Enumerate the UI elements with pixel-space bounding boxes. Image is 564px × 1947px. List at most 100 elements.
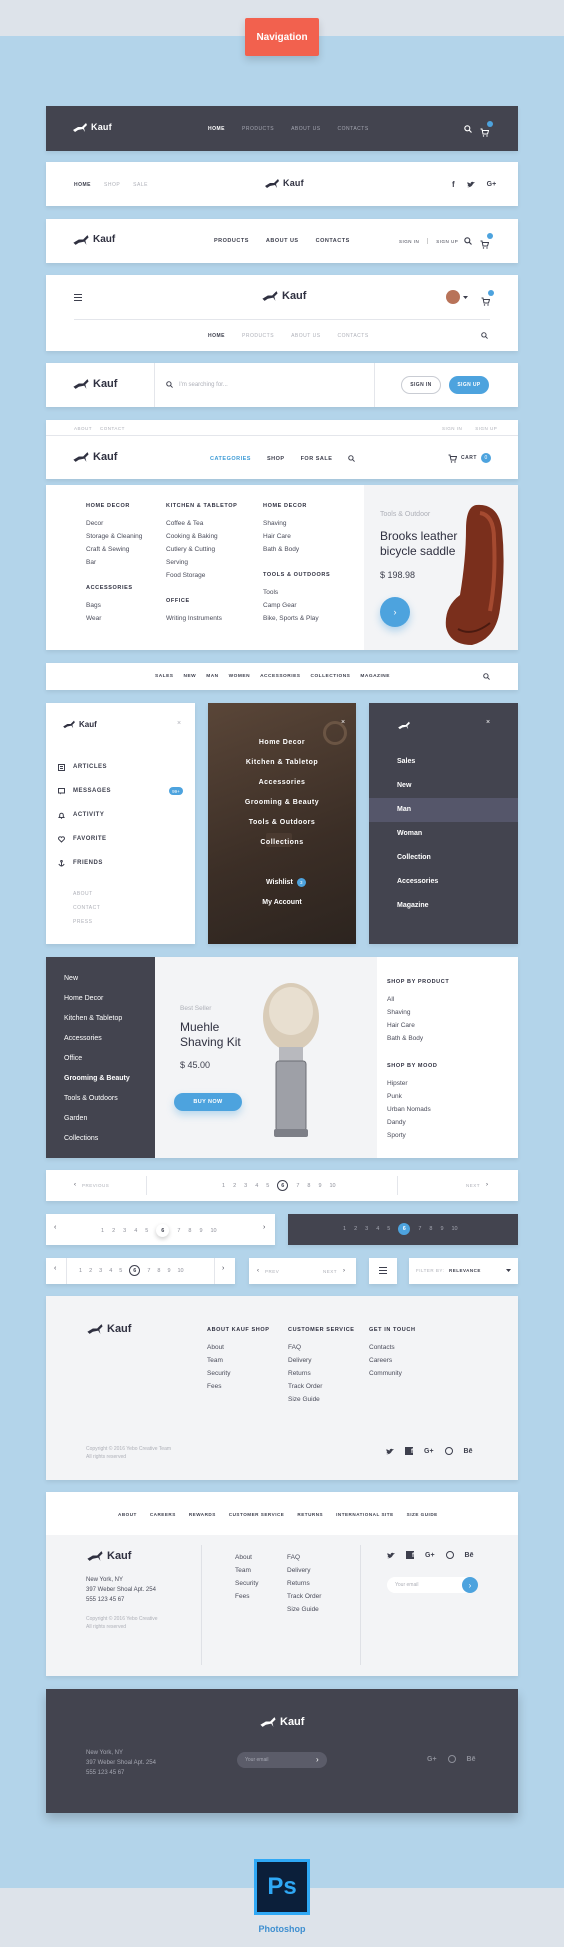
brand-logo[interactable]: Kauf bbox=[264, 177, 304, 189]
page-number[interactable]: 7 bbox=[147, 1268, 150, 1274]
sidebar-item-messages[interactable]: MESSAGES 99+ bbox=[58, 779, 183, 803]
cart-icon[interactable] bbox=[480, 121, 493, 137]
footer-link[interactable]: PRESS bbox=[73, 915, 100, 929]
page-number[interactable]: 4 bbox=[109, 1268, 112, 1274]
menu-link[interactable]: Camp Gear bbox=[263, 599, 330, 612]
page-number[interactable]: 2 bbox=[233, 1183, 236, 1189]
nav-home[interactable]: HOME bbox=[74, 182, 91, 188]
sign-up-link[interactable]: SIGN UP bbox=[436, 239, 458, 244]
category-item[interactable]: Office bbox=[64, 1049, 130, 1069]
footer-link[interactable]: Fees bbox=[207, 1380, 269, 1393]
sign-in-link[interactable]: SIGN IN bbox=[442, 426, 462, 431]
dark-menu-item[interactable]: Collection bbox=[369, 846, 518, 870]
page-number[interactable]: 10 bbox=[178, 1268, 184, 1274]
nav-contacts[interactable]: CONTACTS bbox=[338, 126, 369, 132]
menu-link[interactable]: Sporty bbox=[387, 1129, 449, 1142]
footer-link[interactable]: Track Order bbox=[288, 1380, 355, 1393]
facebook-icon[interactable]: f bbox=[406, 1551, 414, 1559]
menu-link[interactable]: Craft & Sewing bbox=[86, 543, 142, 556]
promo-arrow-button[interactable]: › bbox=[380, 597, 410, 627]
facebook-icon[interactable]: f bbox=[405, 1447, 413, 1455]
antelope-icon[interactable] bbox=[397, 720, 411, 730]
list-view-button[interactable] bbox=[369, 1258, 397, 1284]
nav-shop[interactable]: SHOP bbox=[267, 456, 285, 462]
page-number[interactable]: 1 bbox=[101, 1228, 104, 1234]
menu-link[interactable]: Storage & Cleaning bbox=[86, 530, 142, 543]
page-number[interactable]: 5 bbox=[119, 1268, 122, 1274]
page-number[interactable]: 9 bbox=[167, 1268, 170, 1274]
filter-select[interactable]: FILTER BY: RELEVANCE bbox=[409, 1258, 518, 1284]
page-number-active[interactable]: 6 bbox=[156, 1224, 170, 1237]
page-number[interactable]: 10 bbox=[330, 1183, 336, 1189]
brand-logo[interactable]: Kauf bbox=[72, 121, 112, 133]
page-number[interactable]: 9 bbox=[440, 1226, 443, 1232]
brand-logo[interactable]: Kauf bbox=[259, 1715, 304, 1728]
contact-link[interactable]: CONTACT bbox=[100, 426, 125, 431]
menu-link[interactable]: Hair Care bbox=[263, 530, 330, 543]
nav-products[interactable]: PRODUCTS bbox=[242, 126, 274, 132]
google-plus-icon[interactable]: G+ bbox=[427, 1756, 437, 1763]
category-item[interactable]: Kitchen & Tabletop bbox=[64, 1009, 130, 1029]
google-plus-icon[interactable]: G+ bbox=[424, 1448, 434, 1455]
menu-link[interactable]: Bath & Body bbox=[263, 543, 330, 556]
footer-top-link[interactable]: CAREERS bbox=[150, 1512, 176, 1517]
chevron-down-icon[interactable] bbox=[463, 296, 468, 299]
behance-icon[interactable]: Bē bbox=[465, 1552, 474, 1559]
menu-link[interactable]: Shaving bbox=[263, 517, 330, 530]
page-number[interactable]: 3 bbox=[123, 1228, 126, 1234]
category-item[interactable]: Home Decor bbox=[64, 989, 130, 1009]
avatar[interactable] bbox=[446, 290, 460, 304]
dark-menu-item[interactable]: New bbox=[369, 774, 518, 798]
email-input[interactable]: Your email bbox=[237, 1752, 327, 1768]
sidebar-item-activity[interactable]: ACTIVITY bbox=[58, 803, 183, 827]
buy-now-button[interactable]: BUY NOW bbox=[174, 1093, 242, 1111]
google-plus-icon[interactable]: G+ bbox=[425, 1552, 435, 1559]
footer-top-link[interactable]: REWARDS bbox=[189, 1512, 216, 1517]
footer-link[interactable]: FAQ bbox=[287, 1551, 321, 1564]
my-account-link[interactable]: My Account bbox=[208, 899, 356, 906]
footer-link[interactable]: Fees bbox=[235, 1590, 258, 1603]
footer-link[interactable]: Size Guide bbox=[287, 1603, 321, 1616]
page-number[interactable]: 3 bbox=[99, 1268, 102, 1274]
menu-link[interactable]: Coffee & Tea bbox=[166, 517, 237, 530]
photo-menu-item[interactable]: Kitchen & Tabletop bbox=[208, 753, 356, 773]
footer-link[interactable]: About bbox=[207, 1341, 269, 1354]
footer-link[interactable]: Returns bbox=[287, 1577, 321, 1590]
page-number-active[interactable]: 6 bbox=[277, 1180, 289, 1191]
brand-logo[interactable]: Kauf bbox=[72, 233, 115, 246]
about-link[interactable]: ABOUT bbox=[74, 426, 92, 431]
menu-link[interactable]: Dandy bbox=[387, 1116, 449, 1129]
dribbble-icon[interactable] bbox=[445, 1551, 454, 1559]
cat-sales[interactable]: SALES bbox=[155, 674, 174, 679]
page-number[interactable]: 4 bbox=[255, 1183, 258, 1189]
search-input[interactable]: I'm searching for... bbox=[166, 381, 366, 388]
cat-new[interactable]: NEW bbox=[184, 674, 197, 679]
chevron-left-icon[interactable]: ‹ bbox=[54, 1265, 56, 1272]
close-icon[interactable]: × bbox=[486, 719, 490, 726]
nav-about[interactable]: ABOUT US bbox=[266, 238, 299, 244]
cart-icon[interactable] bbox=[480, 233, 493, 249]
menu-link[interactable]: All bbox=[387, 993, 449, 1006]
menu-link[interactable]: Writing Instruments bbox=[166, 612, 237, 625]
wishlist-link[interactable]: Wishlist 3 bbox=[266, 878, 306, 887]
page-number[interactable]: 1 bbox=[79, 1268, 82, 1274]
close-icon[interactable]: × bbox=[341, 719, 345, 726]
footer-link[interactable]: Security bbox=[207, 1367, 269, 1380]
photo-menu-item[interactable]: Accessories bbox=[208, 773, 356, 793]
page-number[interactable]: 9 bbox=[199, 1228, 202, 1234]
menu-link[interactable]: Shaving bbox=[387, 1006, 449, 1019]
menu-link[interactable]: Cooking & Baking bbox=[166, 530, 237, 543]
search-icon[interactable] bbox=[483, 673, 490, 680]
nav-products[interactable]: PRODUCTS bbox=[242, 333, 274, 339]
menu-link[interactable]: Urban Nomads bbox=[387, 1103, 449, 1116]
nav-about[interactable]: ABOUT US bbox=[291, 126, 320, 132]
subscribe-button[interactable]: › bbox=[462, 1577, 478, 1593]
brand-logo[interactable]: Kauf bbox=[62, 719, 97, 729]
category-item[interactable]: New bbox=[64, 969, 130, 989]
photo-menu-item[interactable]: Grooming & Beauty bbox=[208, 793, 356, 813]
page-number[interactable]: 5 bbox=[387, 1226, 390, 1232]
menu-link[interactable]: Punk bbox=[387, 1090, 449, 1103]
search-icon[interactable] bbox=[481, 332, 488, 339]
footer-link[interactable]: Contacts bbox=[369, 1341, 416, 1354]
cat-collections[interactable]: COLLECTIONS bbox=[310, 674, 350, 679]
